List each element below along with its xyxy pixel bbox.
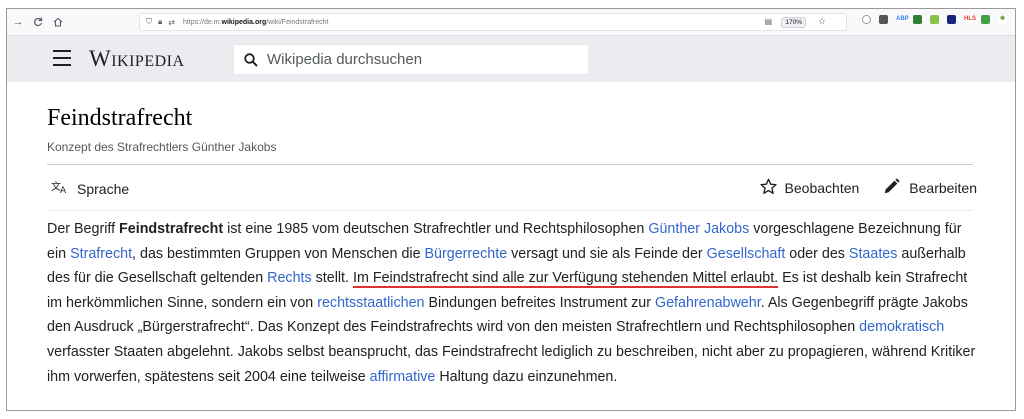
pencil-icon bbox=[883, 178, 900, 198]
wikipedia-logo[interactable]: Wikipedia bbox=[89, 46, 185, 72]
zoom-level[interactable]: 170% bbox=[781, 17, 806, 28]
link-buergerrechte[interactable]: Bürgerrechte bbox=[425, 246, 508, 262]
language-button[interactable]: 文A Sprache bbox=[51, 180, 129, 197]
reader-view-icon[interactable]: ▤ bbox=[764, 17, 772, 26]
permissions-icon[interactable]: ⇄ bbox=[168, 18, 175, 27]
hamburger-menu-icon[interactable] bbox=[53, 50, 71, 66]
edit-label: Bearbeiten bbox=[909, 180, 977, 196]
language-label: Sprache bbox=[77, 180, 130, 197]
lock-icon[interactable]: 🔒︎ bbox=[158, 17, 162, 27]
link-demokratisch[interactable]: demokratisch bbox=[859, 319, 944, 335]
edit-button[interactable]: Bearbeiten bbox=[883, 178, 977, 198]
abp-extension-icon[interactable]: ABP bbox=[896, 15, 909, 24]
wiki-header: Wikipedia bbox=[7, 36, 1015, 82]
shield-icon[interactable]: ⛉ bbox=[146, 17, 152, 27]
link-staates[interactable]: Staates bbox=[849, 246, 897, 262]
link-affirmative[interactable]: affirmative bbox=[370, 369, 436, 385]
link-rechtsstaatlichen[interactable]: rechtsstaatlichen bbox=[317, 295, 424, 311]
watch-button[interactable]: Beobachten bbox=[759, 178, 860, 198]
tree-extension-icon[interactable]: ✱ bbox=[998, 15, 1007, 24]
star-icon bbox=[759, 178, 777, 198]
intro-paragraph: Der Begriff Feindstrafrecht ist eine 198… bbox=[47, 217, 982, 389]
translate-icon: 文A bbox=[51, 180, 69, 197]
page-title: Feindstrafrecht bbox=[47, 105, 193, 131]
link-gesellschaft[interactable]: Gesellschaft bbox=[707, 246, 786, 262]
page-subtitle: Konzept des Strafrechtlers Günther Jakob… bbox=[47, 140, 277, 154]
pocket-icon[interactable] bbox=[862, 15, 871, 24]
dark-extension-icon[interactable] bbox=[947, 15, 956, 24]
highlighted-sentence: Im Feindstrafrecht sind alle zur Verfügu… bbox=[352, 270, 779, 287]
home-icon[interactable] bbox=[49, 13, 67, 31]
link-guenther-jakobs[interactable]: Günther Jakobs bbox=[648, 221, 749, 237]
bold-term: Feindstrafrecht bbox=[119, 221, 224, 237]
text: versagt und sie als Feinde der bbox=[507, 245, 707, 262]
extension-icon[interactable] bbox=[879, 15, 888, 24]
text: , das bestimmten Gruppen von Menschen di… bbox=[132, 245, 425, 262]
watch-label: Beobachten bbox=[784, 180, 860, 196]
text: oder des bbox=[785, 245, 849, 262]
hls-extension-icon[interactable]: HLS bbox=[964, 15, 976, 24]
page-actions: Beobachten Bearbeiten bbox=[736, 178, 977, 198]
title-divider bbox=[47, 164, 973, 165]
link-strafrecht[interactable]: Strafrecht bbox=[70, 246, 132, 262]
url-text: https://de.m.wikipedia.org/wiki/Feindstr… bbox=[182, 18, 329, 26]
reload-icon[interactable] bbox=[29, 13, 47, 31]
search-input[interactable] bbox=[267, 51, 567, 68]
text: ist eine 1985 vom deutschen Strafrechtle… bbox=[223, 221, 649, 237]
picture-extension-icon[interactable] bbox=[981, 15, 990, 24]
search-icon bbox=[244, 52, 258, 67]
extensions-bar: ABP HLS ✱ bbox=[862, 15, 1007, 24]
search-box[interactable] bbox=[233, 44, 589, 75]
link-gefahrenabwehr[interactable]: Gefahrenabwehr bbox=[655, 295, 761, 311]
link-rechts[interactable]: Rechts bbox=[267, 270, 312, 286]
browser-window: → ⛉ 🔒︎ ⇄ https://de.m.wikipedia.org/wiki… bbox=[6, 8, 1016, 411]
forward-icon[interactable]: → bbox=[9, 13, 27, 31]
browser-toolbar: → ⛉ 🔒︎ ⇄ https://de.m.wikipedia.org/wiki… bbox=[7, 9, 1015, 36]
text: Der Begriff bbox=[47, 221, 120, 237]
url-bar[interactable]: ⛉ 🔒︎ ⇄ https://de.m.wikipedia.org/wiki/F… bbox=[139, 13, 847, 31]
text: Bindungen befreites Instrument zur bbox=[424, 294, 655, 311]
text: stellt. bbox=[311, 270, 353, 287]
actions-divider bbox=[47, 210, 973, 211]
brush-extension-icon[interactable] bbox=[930, 15, 939, 24]
svg-text:A: A bbox=[60, 186, 67, 194]
bookmark-star-icon[interactable]: ☆ bbox=[818, 16, 826, 27]
text: Haltung dazu einzunehmen. bbox=[435, 368, 618, 385]
android-extension-icon[interactable] bbox=[913, 15, 922, 24]
